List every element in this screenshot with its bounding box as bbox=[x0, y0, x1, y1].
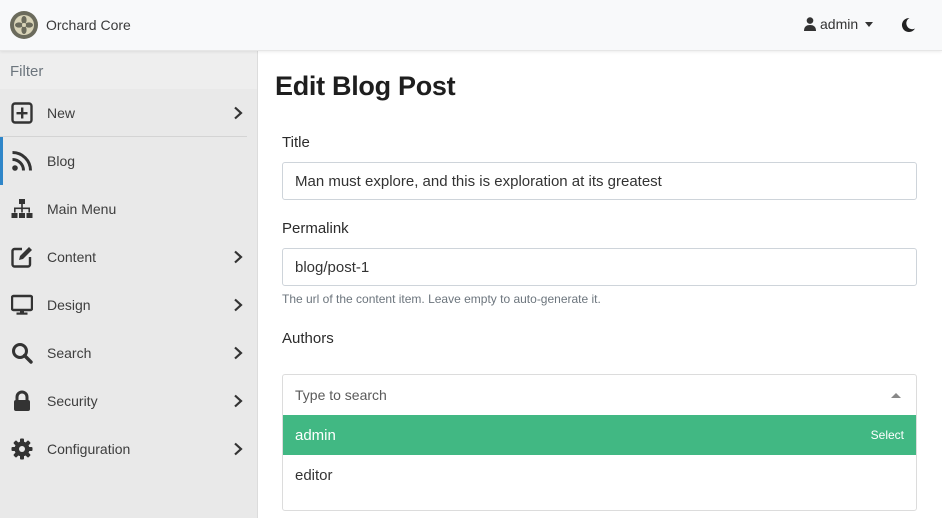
user-icon bbox=[804, 17, 816, 31]
sidebar-item-label: Blog bbox=[47, 153, 76, 169]
edit-icon bbox=[10, 245, 34, 269]
permalink-hint: The url of the content item. Leave empty… bbox=[282, 292, 601, 306]
cog-icon bbox=[10, 437, 34, 461]
rss-icon bbox=[10, 149, 34, 173]
moon-icon[interactable] bbox=[900, 17, 916, 33]
sidebar-item-search[interactable]: Search bbox=[0, 329, 257, 377]
chevron-right-icon bbox=[234, 442, 243, 456]
main-content: Edit Blog Post Title Permalink The url o… bbox=[259, 51, 942, 518]
search-icon bbox=[10, 341, 34, 365]
option-label: editor bbox=[295, 466, 333, 484]
sidebar-item-label: Search bbox=[47, 345, 92, 361]
chevron-right-icon bbox=[234, 394, 243, 408]
sidebar-item-label: Configuration bbox=[47, 441, 131, 457]
author-option-editor[interactable]: editor bbox=[283, 455, 916, 495]
sidebar-item-new[interactable]: New bbox=[0, 89, 247, 137]
sidebar-item-security[interactable]: Security bbox=[0, 377, 257, 425]
chevron-right-icon bbox=[234, 298, 243, 312]
sidebar-item-label: Main Menu bbox=[47, 201, 117, 217]
brand[interactable]: Orchard Core bbox=[10, 11, 131, 39]
sidebar-item-design[interactable]: Design bbox=[0, 281, 257, 329]
sidebar-item-label: Security bbox=[47, 393, 98, 409]
search-placeholder: Type to search bbox=[295, 387, 387, 403]
sidebar-item-label: Design bbox=[47, 297, 91, 313]
chevron-right-icon bbox=[234, 106, 243, 120]
sitemap-icon bbox=[10, 197, 34, 221]
plus-square-icon bbox=[10, 101, 34, 125]
sidebar: Filter New Blog Main Menu Content Design bbox=[0, 51, 258, 518]
authors-label: Authors bbox=[282, 330, 334, 347]
select-hint: Select bbox=[870, 428, 904, 442]
top-navbar: Orchard Core admin bbox=[0, 0, 942, 51]
chevron-right-icon bbox=[234, 250, 243, 264]
sidebar-item-label: Content bbox=[47, 249, 97, 265]
lock-icon bbox=[10, 389, 34, 413]
filter-input[interactable]: Filter bbox=[0, 51, 257, 89]
user-menu-dropdown[interactable]: admin bbox=[804, 16, 874, 32]
brand-name: Orchard Core bbox=[46, 17, 131, 33]
sidebar-item-main-menu[interactable]: Main Menu bbox=[0, 185, 257, 233]
sidebar-item-content[interactable]: Content bbox=[0, 233, 257, 281]
author-option-admin[interactable]: admin Select bbox=[283, 415, 916, 455]
sidebar-item-configuration[interactable]: Configuration bbox=[0, 425, 257, 473]
sidebar-item-blog[interactable]: Blog bbox=[0, 137, 257, 185]
orchard-logo-icon bbox=[10, 11, 38, 39]
authors-multiselect[interactable]: Type to search admin Select editor bbox=[282, 374, 917, 511]
authors-search-input[interactable]: Type to search bbox=[283, 375, 916, 415]
caret-down-icon bbox=[865, 21, 874, 27]
permalink-input[interactable] bbox=[282, 248, 917, 286]
permalink-label: Permalink bbox=[282, 220, 349, 237]
desktop-icon bbox=[10, 293, 34, 317]
caret-up-icon[interactable] bbox=[891, 393, 901, 398]
title-input[interactable] bbox=[282, 162, 917, 200]
option-label: admin bbox=[295, 426, 336, 444]
sidebar-item-label: New bbox=[47, 104, 76, 121]
user-name: admin bbox=[820, 16, 859, 32]
title-label: Title bbox=[282, 134, 310, 151]
page-title: Edit Blog Post bbox=[275, 71, 456, 101]
chevron-right-icon bbox=[234, 346, 243, 360]
